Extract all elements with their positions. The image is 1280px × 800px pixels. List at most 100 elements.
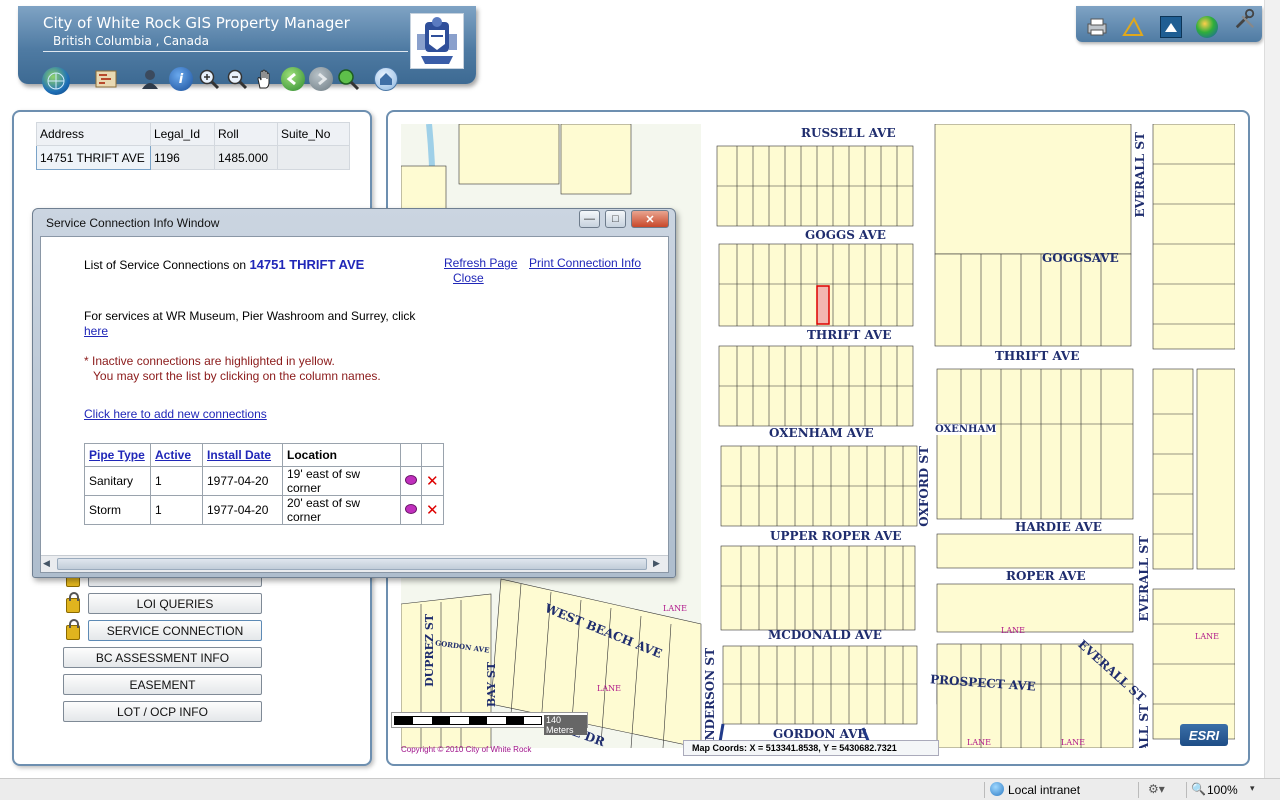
service-connection-button[interactable]: SERVICE CONNECTION xyxy=(88,620,262,641)
close-window-button[interactable]: ✕ xyxy=(631,210,669,228)
lock-icon xyxy=(66,619,80,640)
street-label: HARDIE AVE xyxy=(1015,520,1102,534)
column-header-locate xyxy=(400,443,422,467)
page-scrollbar[interactable] xyxy=(1264,0,1280,778)
sort-pipe-type-link[interactable]: Pipe Type xyxy=(89,448,145,462)
zone-label: Local intranet xyxy=(1008,783,1081,797)
column-header-legal-id[interactable]: Legal_Id xyxy=(150,122,215,146)
maximize-button[interactable]: □ xyxy=(605,210,626,228)
locate-cell[interactable] xyxy=(400,495,422,525)
pan-hand-icon[interactable] xyxy=(253,67,277,91)
lot-ocp-button[interactable]: LOT / OCP INFO xyxy=(63,701,262,722)
add-connection-link[interactable]: Click here to add new connections xyxy=(84,407,267,421)
street-label: THRIFT AVE xyxy=(807,328,892,342)
zoom-in-icon[interactable] xyxy=(197,67,221,91)
cell-pipe-type: Sanitary xyxy=(84,466,151,496)
zoom-icon[interactable]: 🔍 xyxy=(1191,782,1206,796)
column-header-suite-no[interactable]: Suite_No xyxy=(277,122,350,146)
status-divider xyxy=(1186,782,1187,798)
info-icon[interactable]: i xyxy=(169,67,193,91)
minimize-button[interactable]: — xyxy=(579,210,600,228)
column-header-location: Location xyxy=(282,443,401,467)
sort-active-link[interactable]: Active xyxy=(155,448,191,462)
header-divider xyxy=(43,51,408,52)
scale-label: 140 Meters xyxy=(544,715,587,735)
lock-icon xyxy=(66,592,80,613)
delete-cell[interactable]: ✕ xyxy=(421,466,444,496)
delete-cell[interactable]: ✕ xyxy=(421,495,444,525)
street-label: THRIFT AVE xyxy=(995,349,1080,363)
refresh-page-link[interactable]: Refresh Page xyxy=(444,256,517,270)
locate-pin-icon[interactable] xyxy=(405,475,417,485)
print-icon[interactable] xyxy=(1086,16,1108,38)
bookmark-icon[interactable] xyxy=(1160,16,1182,38)
zoom-extent-icon[interactable] xyxy=(336,67,360,91)
street-label: OXFORD ST xyxy=(917,446,931,527)
delete-icon[interactable]: ✕ xyxy=(426,472,439,490)
lane-label: LANE xyxy=(597,684,621,693)
globe-icon[interactable] xyxy=(1196,16,1218,38)
map-icon[interactable] xyxy=(94,67,118,91)
table-row[interactable]: Storm 1 1977-04-20 20' east of sw corner… xyxy=(84,495,444,525)
bc-assessment-button[interactable]: BC ASSESSMENT INFO xyxy=(63,647,262,668)
zoom-level[interactable]: 100% xyxy=(1207,783,1238,797)
column-header-active[interactable]: Active xyxy=(150,443,203,467)
dialog-title: Service Connection Info Window xyxy=(46,216,220,230)
connections-table: Pipe Type Active Install Date Location S… xyxy=(84,443,444,525)
identify-person-icon[interactable] xyxy=(138,67,162,91)
sort-install-date-link[interactable]: Install Date xyxy=(207,448,271,462)
street-label: ROPER AVE xyxy=(1006,569,1086,583)
app-subtitle: British Columbia , Canada xyxy=(53,34,209,48)
protected-mode-icon[interactable]: ⚙▾ xyxy=(1148,782,1165,796)
property-table: Address Legal_Id Roll Suite_No 14751 THR… xyxy=(36,122,350,170)
locate-cell[interactable] xyxy=(400,466,422,496)
locate-pin-icon[interactable] xyxy=(405,504,417,514)
table-row[interactable]: 14751 THRIFT AVE 1196 1485.000 xyxy=(36,145,350,170)
table-row[interactable]: Sanitary 1 1977-04-20 19' east of sw cor… xyxy=(84,466,444,496)
tools-icon[interactable] xyxy=(1234,8,1256,30)
sort-note: You may sort the list by clicking on the… xyxy=(93,369,381,383)
cell-roll[interactable]: 1485.000 xyxy=(214,145,278,170)
column-header-install-date[interactable]: Install Date xyxy=(202,443,283,467)
cell-legal-id[interactable]: 1196 xyxy=(150,145,215,170)
column-header-delete xyxy=(421,443,444,467)
easement-button[interactable]: EASEMENT xyxy=(63,674,262,695)
browser-status-bar: Local intranet ⚙▾ 🔍 100% ▾ xyxy=(0,778,1280,800)
street-label: ALL ST xyxy=(1137,704,1151,748)
cell-address[interactable]: 14751 THRIFT AVE xyxy=(36,145,151,170)
column-header-roll[interactable]: Roll xyxy=(214,122,278,146)
lane-label: LANE xyxy=(1061,738,1085,747)
address-label: 14751 THRIFT AVE xyxy=(249,257,365,272)
globe-icon[interactable] xyxy=(42,67,70,95)
close-link[interactable]: Close xyxy=(453,271,484,285)
loi-queries-button[interactable]: LOI QUERIES xyxy=(88,593,262,614)
street-label: ANDERSON ST xyxy=(703,648,717,748)
forward-icon[interactable] xyxy=(309,67,333,91)
street-label: UPPER ROPER AVE xyxy=(770,529,902,543)
measure-icon[interactable] xyxy=(1122,16,1144,38)
app-title: City of White Rock GIS Property Manager xyxy=(43,14,350,32)
city-crest-logo xyxy=(410,13,464,69)
street-label: DUPREZ ST xyxy=(423,614,436,687)
print-connection-link[interactable]: Print Connection Info xyxy=(529,256,641,270)
scroll-thumb[interactable] xyxy=(57,558,647,570)
back-icon[interactable] xyxy=(281,67,305,91)
lane-label: LANE xyxy=(663,604,687,613)
home-icon[interactable] xyxy=(374,67,398,91)
zoom-out-icon[interactable] xyxy=(225,67,249,91)
scroll-right-icon[interactable]: ▶ xyxy=(653,558,665,570)
street-label: EVERALL ST xyxy=(1133,132,1147,218)
column-header-address[interactable]: Address xyxy=(36,122,151,146)
street-label: GOGGS AVE xyxy=(805,228,886,242)
esri-logo: ESRI xyxy=(1180,724,1228,746)
inactive-note: * Inactive connections are highlighted i… xyxy=(84,354,335,368)
delete-icon[interactable]: ✕ xyxy=(426,501,439,519)
horizontal-scrollbar[interactable]: ◀ ▶ xyxy=(41,555,668,572)
column-header-pipe-type[interactable]: Pipe Type xyxy=(84,443,151,467)
zoom-dropdown-icon[interactable]: ▾ xyxy=(1250,783,1255,794)
scroll-left-icon[interactable]: ◀ xyxy=(43,558,55,570)
here-link[interactable]: here xyxy=(84,324,108,338)
cell-suite-no[interactable] xyxy=(277,145,350,170)
street-label: BAY ST xyxy=(485,662,498,708)
tools-bar xyxy=(1076,6,1262,42)
